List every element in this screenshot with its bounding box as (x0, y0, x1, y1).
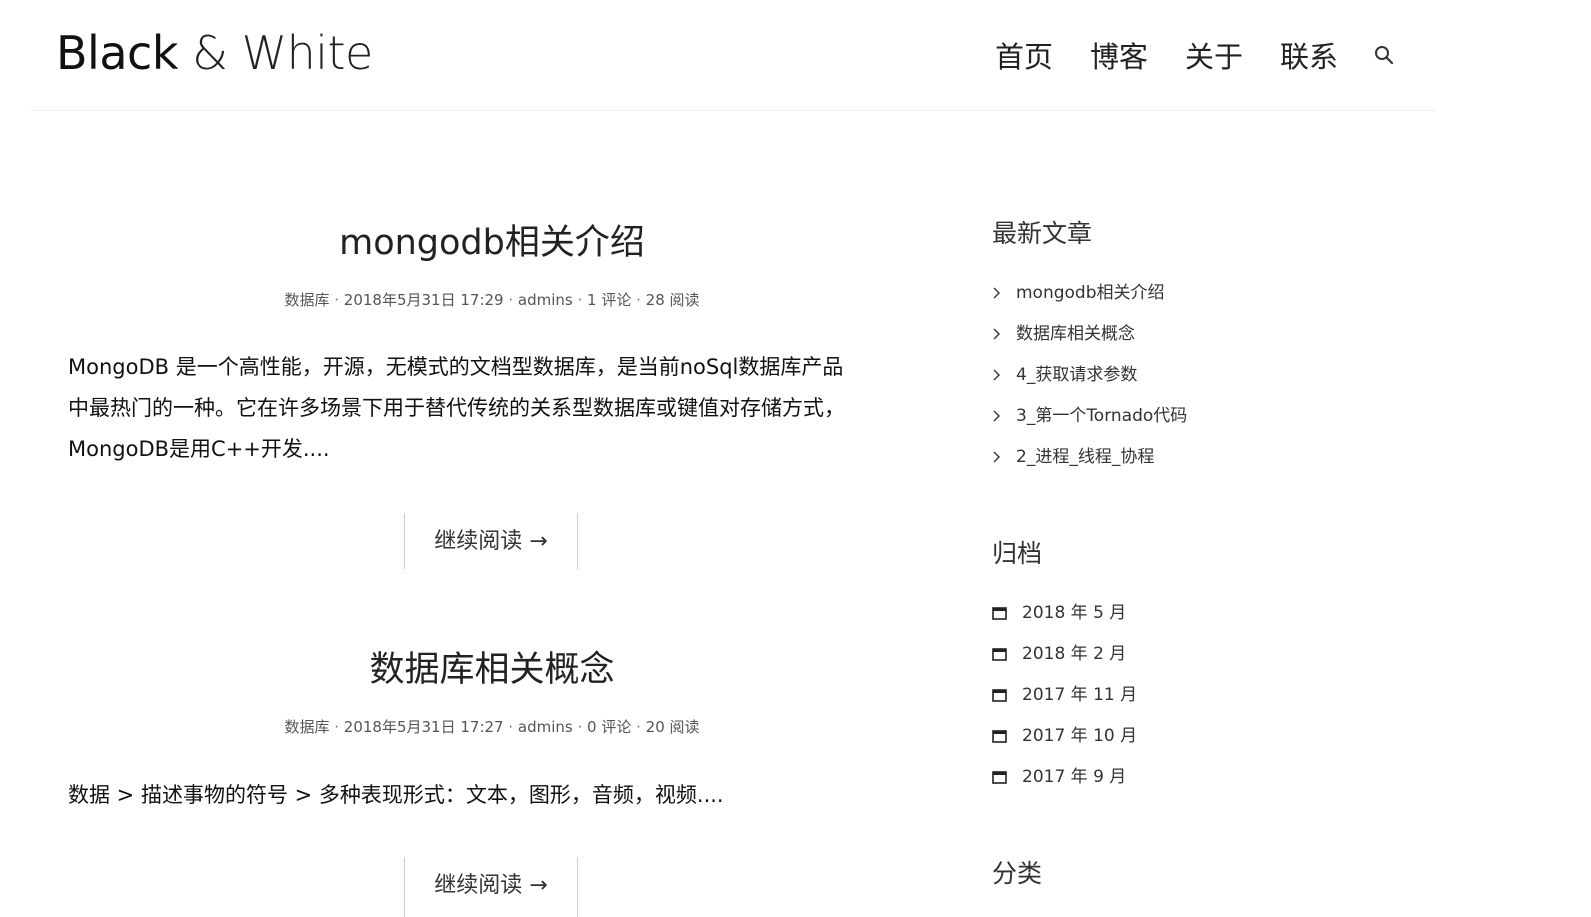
main-nav: 首页 博客 关于 联系 (995, 34, 1395, 76)
chevron-right-icon (993, 369, 1000, 381)
calendar-icon (992, 688, 1007, 702)
archive-link[interactable]: 2018 年 5 月 (992, 598, 1126, 623)
archive-label: 2018 年 5 月 (1022, 603, 1127, 623)
post-views: 28 阅读 (645, 291, 700, 309)
archive-label: 2017 年 9 月 (1022, 767, 1127, 787)
post-excerpt: 数据 > 描述事物的符号 > 多种表现形式：文本，图形，音频，视频.... (68, 775, 928, 816)
chevron-right-icon (993, 287, 1000, 299)
archive-link[interactable]: 2018 年 2 月 (992, 639, 1126, 664)
post-title[interactable]: 数据库相关概念 (68, 641, 916, 692)
post-author[interactable]: admins (518, 718, 573, 736)
recent-post-link[interactable]: 2_进程_线程_协程 (992, 442, 1154, 467)
read-more-button[interactable]: 继续阅读 → (404, 857, 578, 917)
excerpt-line: 数据 > 描述事物的符号 > 多种表现形式：文本，图形，音频，视频.... (68, 783, 724, 807)
calendar-icon (992, 770, 1007, 784)
meta-separator: · (503, 718, 518, 736)
recent-post-label: 数据库相关概念 (1016, 324, 1135, 344)
recent-post-link[interactable]: 数据库相关概念 (992, 319, 1135, 344)
post-category[interactable]: 数据库 (284, 718, 329, 736)
calendar-icon (992, 729, 1007, 743)
recent-post-link[interactable]: 3_第一个Tornado代码 (992, 401, 1187, 426)
recent-post-label: 3_第一个Tornado代码 (1016, 406, 1188, 426)
logo-black: Black (56, 26, 178, 80)
recent-post-label: 4_获取请求参数 (1016, 365, 1138, 385)
archive-link[interactable]: 2017 年 9 月 (992, 762, 1126, 787)
post-category[interactable]: 数据库 (284, 291, 329, 309)
meta-separator: · (572, 718, 588, 736)
nav-home[interactable]: 首页 (995, 34, 1053, 76)
logo-ampersand: & (192, 26, 228, 80)
meta-separator: · (631, 718, 646, 736)
archive-title: 归档 (992, 539, 1043, 568)
archive-label: 2017 年 11 月 (1022, 685, 1138, 705)
post-views: 20 阅读 (645, 718, 700, 736)
archive-link[interactable]: 2017 年 10 月 (992, 721, 1137, 746)
site-logo[interactable]: Black & White (56, 26, 373, 80)
post-meta: 数据库 · 2018年5月31日 17:27 · admins · 0 评论 ·… (68, 716, 916, 737)
nav-about[interactable]: 关于 (1185, 34, 1243, 76)
meta-separator: · (329, 718, 344, 736)
category-title: 分类 (992, 859, 1043, 888)
post-title[interactable]: mongodb相关介绍 (68, 214, 916, 265)
chevron-right-icon (993, 328, 1000, 340)
post-comments[interactable]: 0 评论 (587, 718, 631, 736)
chevron-right-icon (993, 410, 1000, 422)
post-meta: 数据库 · 2018年5月31日 17:29 · admins · 1 评论 ·… (68, 289, 916, 310)
site-header: Black & White 首页 博客 关于 联系 (30, 0, 1435, 111)
post-excerpt: MongoDB 是一个高性能，开源，无模式的文档型数据库，是当前noSql数据库… (68, 347, 928, 470)
nav-contact[interactable]: 联系 (1280, 34, 1338, 76)
excerpt-line: 中最热门的一种。它在许多场景下用于替代传统的关系型数据库或键值对存储方式， (68, 396, 845, 420)
excerpt-line: MongoDB是用C++开发.... (68, 437, 330, 461)
post-comments[interactable]: 1 评论 (587, 291, 631, 309)
recent-posts-title: 最新文章 (992, 219, 1093, 248)
recent-post-label: mongodb相关介绍 (1016, 283, 1165, 303)
post-date: 2018年5月31日 17:29 (343, 291, 504, 309)
meta-separator: · (572, 291, 588, 309)
read-more-button[interactable]: 继续阅读 → (404, 513, 578, 569)
excerpt-line: MongoDB 是一个高性能，开源，无模式的文档型数据库，是当前noSql数据库… (68, 355, 844, 379)
search-icon[interactable] (1373, 44, 1395, 66)
post-date: 2018年5月31日 17:27 (343, 718, 504, 736)
recent-post-label: 2_进程_线程_协程 (1016, 447, 1155, 467)
calendar-icon (992, 606, 1007, 620)
nav-blog[interactable]: 博客 (1090, 34, 1148, 76)
recent-post-link[interactable]: 4_获取请求参数 (992, 360, 1137, 385)
calendar-icon (992, 647, 1007, 661)
post-author[interactable]: admins (518, 291, 573, 309)
archive-label: 2017 年 10 月 (1022, 726, 1138, 746)
archive-label: 2018 年 2 月 (1022, 644, 1127, 664)
archive-link[interactable]: 2017 年 11 月 (992, 680, 1137, 705)
meta-separator: · (631, 291, 646, 309)
meta-separator: · (503, 291, 518, 309)
logo-white: White (241, 26, 374, 80)
recent-post-link[interactable]: mongodb相关介绍 (992, 278, 1165, 303)
meta-separator: · (329, 291, 344, 309)
chevron-right-icon (993, 451, 1000, 463)
